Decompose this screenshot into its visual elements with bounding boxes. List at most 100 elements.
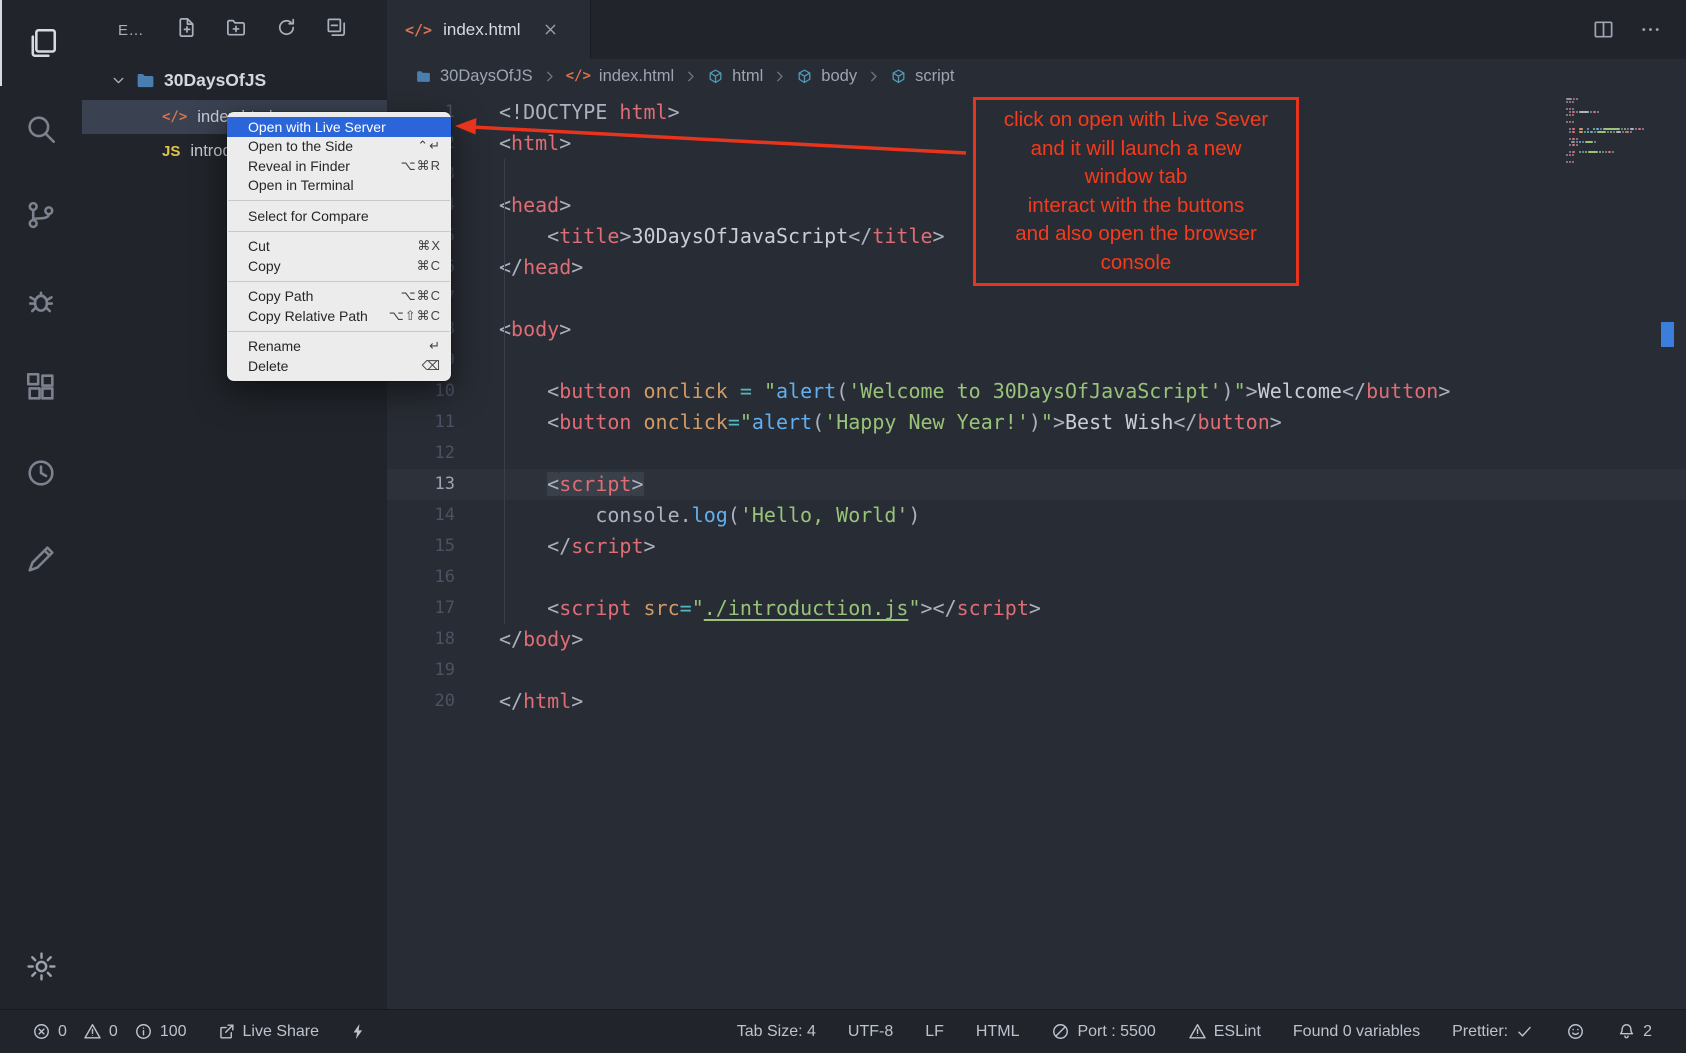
status-0[interactable]: 0 [32, 1022, 67, 1041]
status-found-0-variables[interactable]: Found 0 variables [1293, 1023, 1420, 1041]
line-number: 19 [387, 655, 455, 686]
line-content: </head> [455, 252, 583, 283]
menu-item-open-in-terminal[interactable]: Open in Terminal [227, 176, 451, 196]
lightning-icon [349, 1022, 368, 1041]
menu-item-shortcut: ⌘C [417, 258, 441, 274]
activity-timeline[interactable] [0, 430, 82, 516]
status-tab-size-4[interactable]: Tab Size: 4 [737, 1023, 816, 1041]
code-line-7[interactable]: 7 [387, 283, 1686, 314]
menu-item-open-with-live-server[interactable]: Open with Live Server [227, 117, 451, 137]
status-prettier[interactable]: Prettier: [1452, 1022, 1534, 1041]
warning-icon [83, 1022, 102, 1041]
tab-index-html[interactable]: </> index.html [387, 0, 591, 59]
new-folder-icon [225, 16, 248, 39]
chevron-down-icon [110, 72, 127, 89]
activity-extensions[interactable] [0, 344, 82, 430]
breadcrumb-body[interactable]: body [796, 67, 857, 86]
status-label: LF [925, 1023, 944, 1041]
menu-item-shortcut: ⌘X [417, 238, 441, 254]
check-icon [1515, 1022, 1534, 1041]
extensions-icon [24, 370, 58, 404]
line-number: 13 [387, 469, 455, 500]
breadcrumb-30daysofjs[interactable]: 30DaysOfJS [415, 67, 533, 86]
activity-run-debug[interactable] [0, 258, 82, 344]
activity-explorer[interactable] [0, 0, 82, 86]
code-line-9[interactable]: 9 [387, 345, 1686, 376]
activity-bar [0, 0, 82, 1009]
breadcrumb-index-html[interactable]: </>index.html [566, 67, 675, 86]
status-100[interactable]: 100 [134, 1022, 187, 1041]
menu-item-shortcut: ⌥⇧⌘C [389, 308, 441, 324]
menu-item-open-to-the-side[interactable]: Open to the Side⌃↵ [227, 137, 451, 157]
status-0[interactable]: 0 [83, 1022, 118, 1041]
line-content: <html> [455, 128, 571, 159]
breadcrumb-script[interactable]: script [890, 67, 954, 86]
menu-item-rename[interactable]: Rename↵ [227, 337, 451, 357]
collapse-folders-button[interactable] [325, 16, 348, 44]
code-line-18[interactable]: 18</body> [387, 624, 1686, 655]
line-content [455, 438, 499, 469]
code-line-16[interactable]: 16 [387, 562, 1686, 593]
menu-item-select-for-compare[interactable]: Select for Compare [227, 206, 451, 226]
menu-item-label: Reveal in Finder [248, 158, 350, 174]
status-label: Tab Size: 4 [737, 1023, 816, 1041]
line-number: 10 [387, 376, 455, 407]
activity-feedback[interactable] [0, 516, 82, 602]
menu-item-copy[interactable]: Copy⌘C [227, 256, 451, 276]
menu-item-delete[interactable]: Delete⌫ [227, 356, 451, 376]
search-icon [24, 112, 58, 146]
line-content [455, 655, 499, 686]
code-line-8[interactable]: 8<body> [387, 314, 1686, 345]
line-content [455, 283, 499, 314]
line-number: 15 [387, 531, 455, 562]
refresh-button[interactable] [275, 16, 298, 44]
menu-item-copy-path[interactable]: Copy Path⌥⌘C [227, 287, 451, 307]
code-line-17[interactable]: 17 <script src="./introduction.js"></scr… [387, 593, 1686, 624]
status-live-share[interactable]: Live Share [217, 1022, 320, 1041]
code-line-14[interactable]: 14 console.log('Hello, World') [387, 500, 1686, 531]
html-file-icon: </> [566, 68, 591, 84]
code-line-11[interactable]: 11 <button onclick="alert('Happy New Yea… [387, 407, 1686, 438]
status-lightning-icon[interactable] [349, 1022, 368, 1041]
settings-button[interactable] [0, 933, 82, 999]
status-eslint[interactable]: ESLint [1188, 1022, 1261, 1041]
status-2[interactable]: 2 [1617, 1022, 1652, 1041]
overview-ruler-marker [1661, 322, 1674, 347]
status-port-5500[interactable]: Port : 5500 [1051, 1022, 1155, 1041]
activity-source-control[interactable] [0, 172, 82, 258]
menu-item-copy-relative-path[interactable]: Copy Relative Path⌥⇧⌘C [227, 306, 451, 326]
menu-item-reveal-in-finder[interactable]: Reveal in Finder⌥⌘R [227, 156, 451, 176]
status-label: UTF-8 [848, 1023, 893, 1041]
minimap[interactable] [1566, 98, 1660, 164]
folder-root-label: 30DaysOfJS [164, 70, 266, 91]
breadcrumb-html[interactable]: html [707, 67, 763, 86]
code-line-19[interactable]: 19 [387, 655, 1686, 686]
activity-search[interactable] [0, 86, 82, 172]
new-file-button[interactable] [175, 16, 198, 44]
code-line-12[interactable]: 12 [387, 438, 1686, 469]
status-right: Tab Size: 4 UTF-8 LF HTML Port : 5500 ESLint F… [737, 1022, 1652, 1041]
breadcrumb: 30DaysOfJS </>index.html html body script [387, 59, 1686, 93]
port-icon [1051, 1022, 1070, 1041]
code-line-10[interactable]: 10 <button onclick = "alert('Welcome to … [387, 376, 1686, 407]
close-icon[interactable] [542, 21, 559, 38]
more-actions-icon[interactable] [1639, 18, 1662, 41]
line-content: <head> [455, 190, 571, 221]
status-smiley-icon[interactable] [1566, 1022, 1585, 1041]
line-content: <script src="./introduction.js"></script… [455, 593, 1041, 624]
status-utf-8[interactable]: UTF-8 [848, 1023, 893, 1041]
code-line-13[interactable]: 13 <script> [387, 469, 1686, 500]
status-lf[interactable]: LF [925, 1023, 944, 1041]
folder-root[interactable]: 30DaysOfJS [82, 60, 387, 100]
split-editor-icon[interactable] [1592, 18, 1615, 41]
code-line-20[interactable]: 20</html> [387, 686, 1686, 717]
code-line-15[interactable]: 15 </script> [387, 531, 1686, 562]
line-content [455, 345, 499, 376]
new-folder-button[interactable] [225, 16, 248, 44]
annotation-box: click on open with Live Severand it will… [973, 97, 1299, 286]
status-label: HTML [976, 1023, 1020, 1041]
menu-item-cut[interactable]: Cut⌘X [227, 237, 451, 257]
annotation-line: and it will launch a new [1004, 135, 1268, 164]
status-html[interactable]: HTML [976, 1023, 1020, 1041]
indent-guide [504, 159, 505, 624]
